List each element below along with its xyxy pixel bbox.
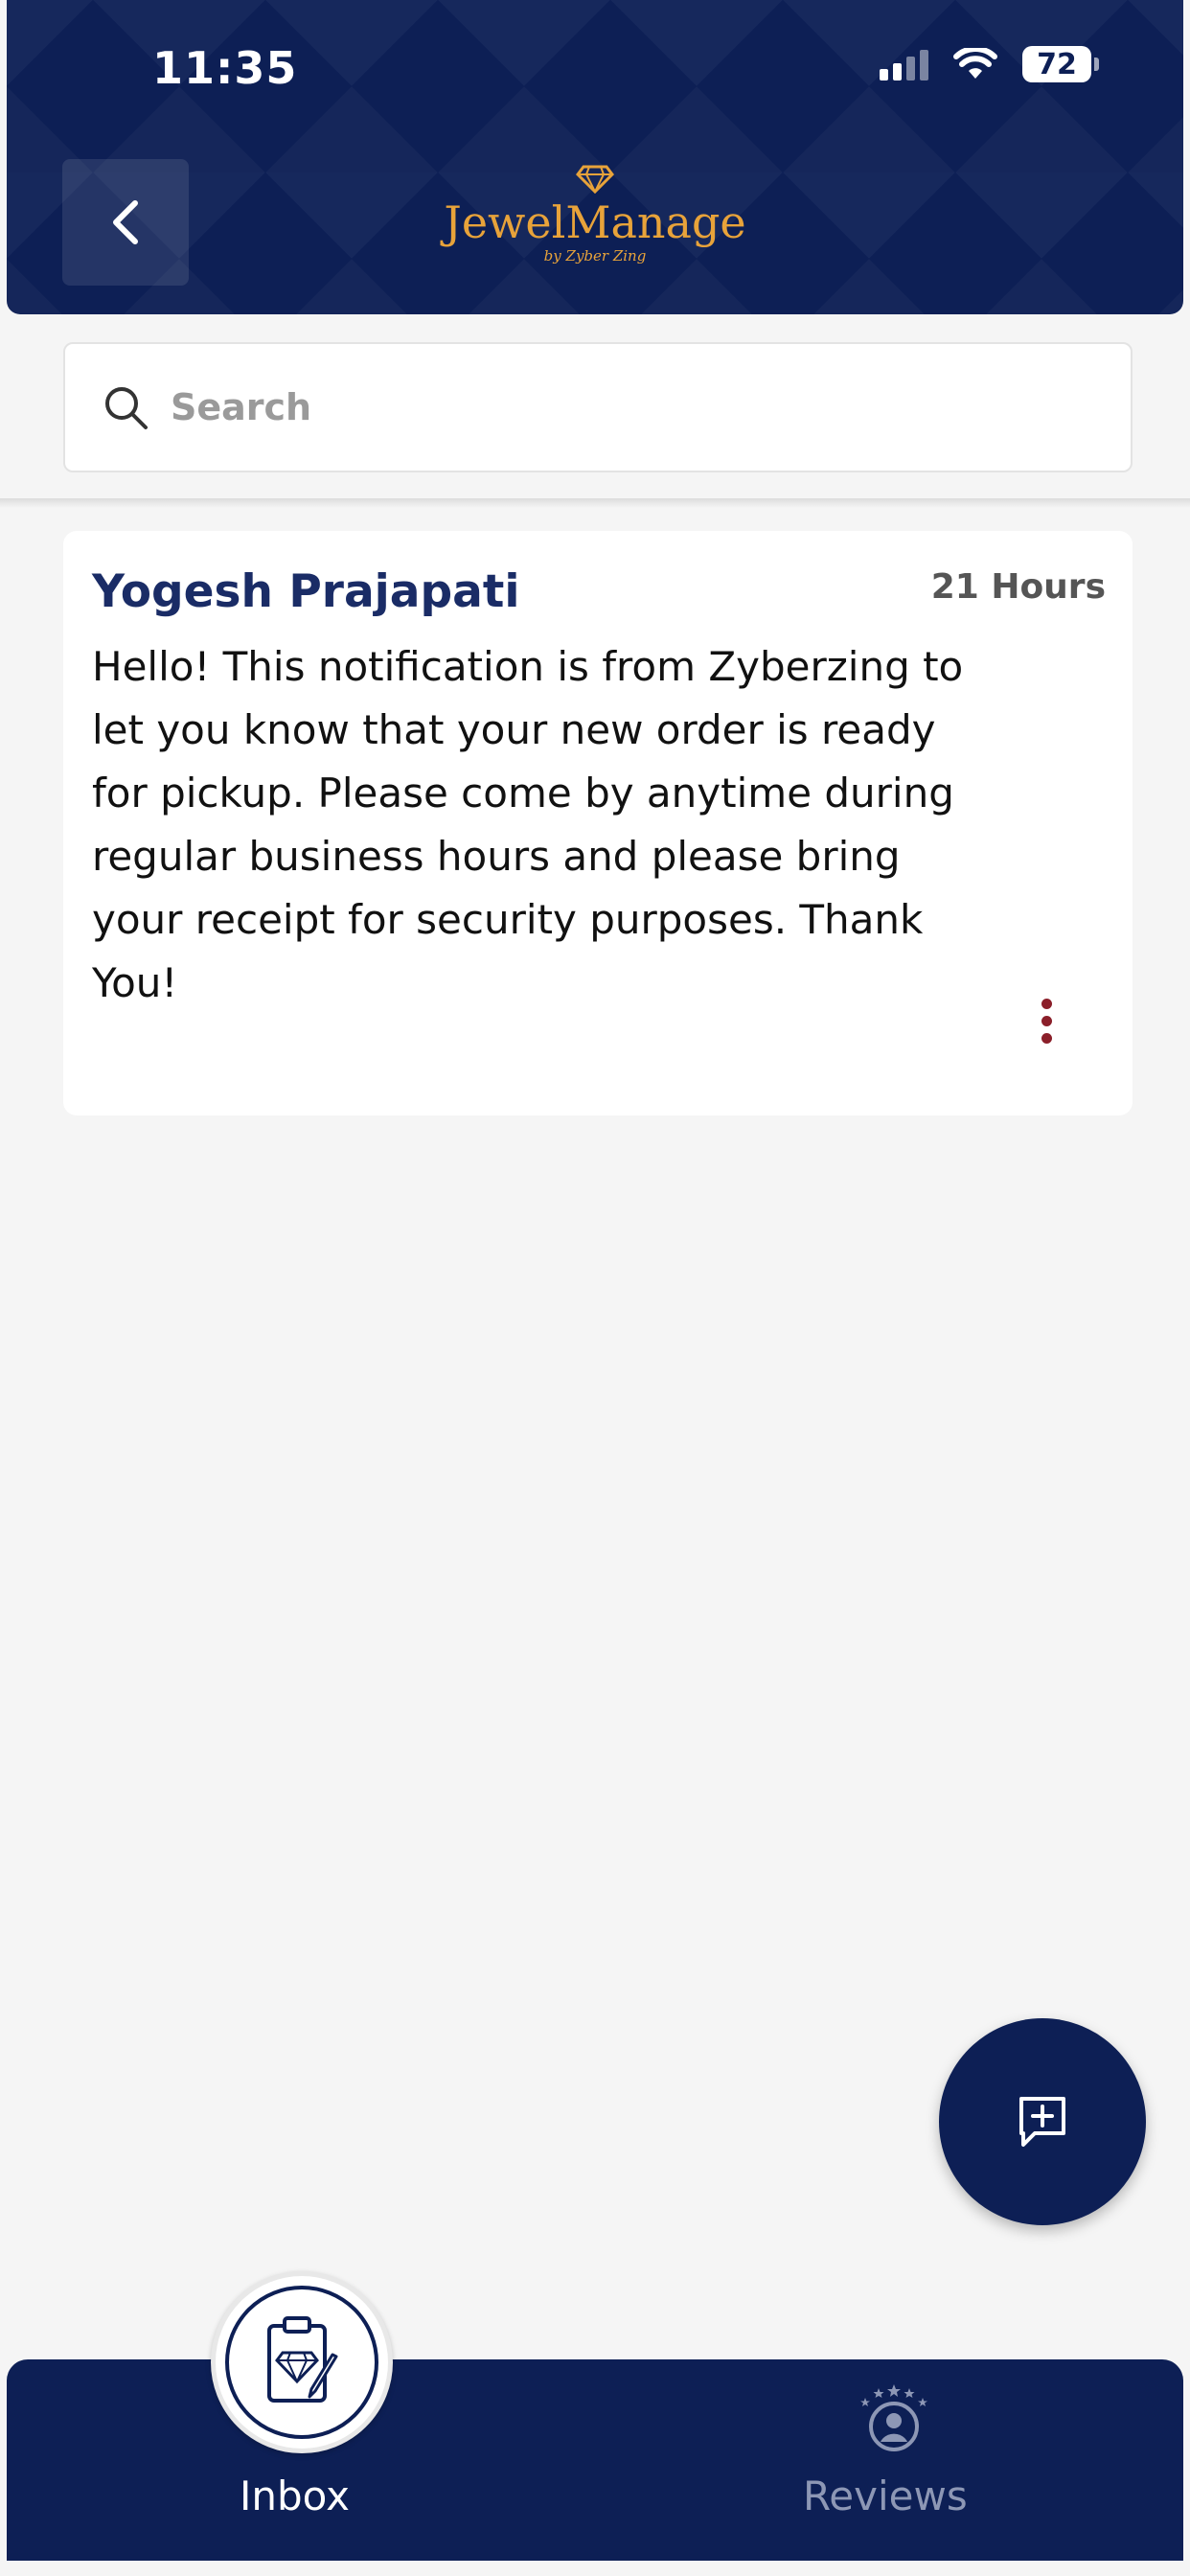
app-logo: JewelManage by Zyber Zing: [7, 165, 1183, 264]
logo-text: JewelManage: [444, 196, 746, 248]
message-card[interactable]: Yogesh Prajapati 21 Hours Hello! This no…: [63, 531, 1133, 1116]
status-time: 11:35: [152, 42, 298, 94]
new-message-icon: [1019, 2097, 1065, 2147]
app-header: 11:35 72 JewelManage by Zyber Zing: [7, 0, 1183, 314]
reviews-user-stars-icon: [860, 2384, 927, 2451]
bottom-nav: [7, 2359, 1183, 2561]
nav-label-reviews[interactable]: Reviews: [803, 2472, 968, 2519]
message-time: 21 Hours: [930, 567, 1106, 607]
battery-icon: 72: [1022, 46, 1099, 82]
search-icon: [105, 387, 148, 429]
header-divider: [0, 498, 1190, 508]
signal-icon: [880, 48, 928, 80]
status-indicators: 72: [880, 46, 1099, 82]
nav-item-inbox[interactable]: [211, 2271, 393, 2453]
message-body: Hello! This notification is from Zyberzi…: [92, 643, 964, 1006]
inbox-diamond-clipboard-icon: [267, 2316, 338, 2403]
diamond-icon: [576, 165, 614, 194]
wifi-icon: [953, 48, 997, 79]
more-options-icon[interactable]: [1037, 999, 1056, 1044]
search-bar[interactable]: [63, 342, 1133, 472]
nav-item-reviews[interactable]: [858, 2382, 930, 2457]
nav-label-inbox[interactable]: Inbox: [240, 2472, 350, 2519]
search-input[interactable]: [169, 385, 1035, 429]
new-message-button[interactable]: [939, 2018, 1146, 2225]
logo-subtitle: by Zyber Zing: [543, 247, 647, 264]
battery-level: 72: [1022, 46, 1091, 82]
